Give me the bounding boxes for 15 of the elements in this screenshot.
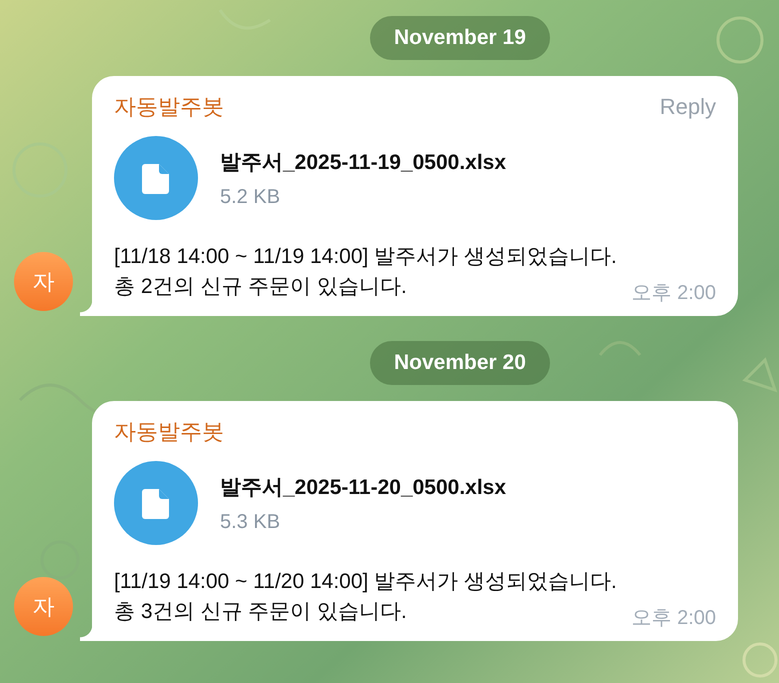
- date-pill: November 20: [370, 341, 550, 385]
- sender-name[interactable]: 자동발주봇: [114, 92, 224, 122]
- date-pill: November 19: [370, 16, 550, 60]
- file-size: 5.2 KB: [220, 186, 282, 208]
- sender-name[interactable]: 자동발주봇: [114, 417, 224, 447]
- message-time: 오후 2:00: [632, 606, 716, 631]
- document-icon[interactable]: [114, 136, 198, 220]
- reply-link[interactable]: Reply: [660, 94, 716, 120]
- document-icon[interactable]: [114, 461, 198, 545]
- message-text: [11/18 14:00 ~ 11/19 14:00] 발주서가 생성되었습니다. 총 2건의 신규 주문이 있습니다.: [114, 244, 617, 300]
- file-name[interactable]: 발주서_2025-11-19_0500.xlsx: [220, 148, 506, 176]
- file-size: 5.3 KB: [220, 510, 282, 534]
- message-time: 오후 2:00: [632, 281, 716, 306]
- message-text: [11/19 14:00 ~ 11/20 14:00] 발주서가 생성되었습니다. 총 3건의 신규 주문이 있습니다.: [114, 569, 617, 625]
- file-name[interactable]: 발주서_2025-11-20_0500.xlsx: [220, 472, 506, 500]
